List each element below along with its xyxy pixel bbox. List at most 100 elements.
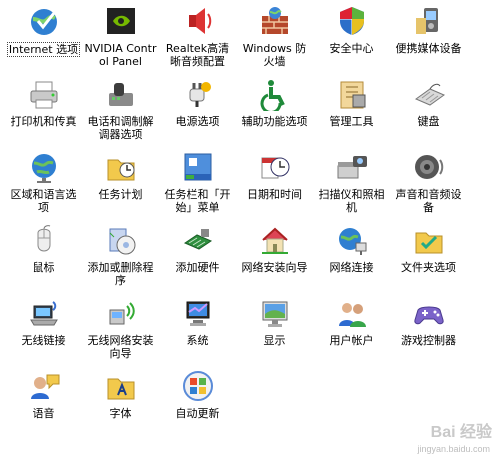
- keyboard-icon: [414, 83, 445, 106]
- taskbar-icon: [184, 153, 211, 181]
- phone-modem-icon: [108, 83, 133, 106]
- control-panel-item-date-time[interactable]: 日期和时间: [236, 150, 313, 223]
- control-panel-item-add-hardware[interactable]: 添加硬件: [159, 223, 236, 296]
- control-panel-item-network-connections[interactable]: 网络连接: [313, 223, 390, 296]
- control-panel-item-realtek-audio[interactable]: Realtek高清晰音频配置: [159, 4, 236, 77]
- users-icon: [338, 303, 366, 327]
- control-panel-item-network-wizard[interactable]: 网络安装向导: [236, 223, 313, 296]
- control-panel-item-scheduled-tasks[interactable]: 任务计划: [82, 150, 159, 223]
- control-panel-item-label: 电源选项: [175, 115, 220, 128]
- control-panel-item-security-center[interactable]: 安全中心: [313, 4, 390, 77]
- control-panel-item-folder-options[interactable]: 文件夹选项: [390, 223, 467, 296]
- control-panel-item-label: NVIDIA Control Panel: [84, 42, 157, 68]
- wireless-wizard-icon: [109, 302, 135, 325]
- control-panel-item-label: 语音: [32, 407, 55, 420]
- scheduled-folder-icon: [107, 159, 134, 181]
- control-panel-item-label: Realtek高清晰音频配置: [165, 42, 230, 68]
- control-panel-item-label: 日期和时间: [247, 188, 302, 201]
- windows-update-icon: [182, 371, 213, 401]
- control-panel-item-automatic-updates[interactable]: 自动更新: [159, 369, 236, 442]
- control-panel-item-sounds-audio[interactable]: 声音和音频设备: [390, 150, 467, 223]
- control-panel-item-label: 系统: [186, 334, 209, 347]
- control-panel-item-label: 声音和音频设备: [395, 188, 462, 214]
- control-panel-item-printers-fax[interactable]: 打印机和传真: [5, 77, 82, 150]
- globe-icon: [31, 154, 56, 183]
- power-plug-icon: [189, 82, 211, 107]
- speaker-round-icon: [414, 155, 443, 179]
- control-panel-item-keyboard[interactable]: 键盘: [390, 77, 467, 150]
- control-panel-item-label: 安全中心: [329, 42, 374, 55]
- control-panel-item-label: 任务栏和「开始」菜单: [164, 188, 231, 214]
- control-panel-item-label: 自动更新: [175, 407, 220, 420]
- control-panel-item-label: 管理工具: [329, 115, 374, 128]
- control-panel-item-windows-firewall[interactable]: Windows 防火墙: [236, 4, 313, 77]
- control-panel-item-label: 扫描仪和照相机: [318, 188, 385, 214]
- control-panel-icon-grid: Internet 选项 NVIDIA Control Panel Realtek高清…: [5, 4, 495, 444]
- control-panel-item-portable-media[interactable]: 便携媒体设备: [390, 4, 467, 77]
- accessibility-icon: [259, 79, 290, 111]
- control-panel-item-speech[interactable]: 语音: [5, 369, 82, 442]
- control-panel-item-label: 游戏控制器: [401, 334, 456, 347]
- network-globe-icon: [338, 228, 366, 255]
- firewall-brick-icon: [261, 7, 288, 34]
- control-panel-item-mouse[interactable]: 鼠标: [5, 223, 82, 296]
- control-panel-item-power-options[interactable]: 电源选项: [159, 77, 236, 150]
- control-panel-item-label: 用户帐户: [329, 334, 374, 347]
- nvidia-icon: [106, 8, 135, 34]
- globe-check-icon: [30, 9, 57, 35]
- home-network-icon: [261, 227, 288, 254]
- wireless-laptop-icon: [29, 301, 58, 326]
- control-panel-item-system[interactable]: 系统: [159, 296, 236, 369]
- baidu-watermark-url: jingyan.baidu.com: [417, 444, 490, 454]
- mouse-icon: [37, 225, 50, 252]
- control-panel-item-label: 无线链接: [21, 334, 66, 347]
- tools-icon: [340, 81, 365, 109]
- control-panel-item-user-accounts[interactable]: 用户帐户: [313, 296, 390, 369]
- control-panel-item-label: Windows 防火墙: [242, 42, 307, 68]
- control-panel-item-label: 电话和调制解调器选项: [87, 115, 154, 141]
- control-panel-item-label: 便携媒体设备: [395, 42, 462, 55]
- control-panel-item-scanners-cameras[interactable]: 扫描仪和照相机: [313, 150, 390, 223]
- control-panel-item-label: 鼠标: [32, 261, 55, 274]
- control-panel-item-fonts[interactable]: 字体: [82, 369, 159, 442]
- control-panel-item-label: 添加硬件: [175, 261, 220, 274]
- control-panel-item-wireless-network-wizard[interactable]: 无线网络安装向导: [82, 296, 159, 369]
- scanner-camera-icon: [337, 156, 367, 179]
- control-panel-item-label: 字体: [109, 407, 132, 420]
- control-panel-item-internet-options[interactable]: Internet 选项: [5, 4, 82, 77]
- fonts-folder-icon: [107, 378, 134, 400]
- media-device-icon: [415, 8, 438, 34]
- control-panel-item-label: 文件夹选项: [401, 261, 456, 274]
- control-panel-item-label: 添加或删除程序: [87, 261, 154, 287]
- control-panel-item-add-remove-programs[interactable]: 添加或删除程序: [82, 223, 159, 296]
- hardware-icon: [183, 229, 212, 250]
- folder-check-icon: [415, 232, 442, 254]
- control-panel-item-accessibility[interactable]: 辅助功能选项: [236, 77, 313, 150]
- control-panel-item-label: 任务计划: [98, 188, 143, 201]
- control-panel-item-nvidia-control-panel[interactable]: NVIDIA Control Panel: [82, 4, 159, 77]
- control-panel-item-label: 网络连接: [329, 261, 374, 274]
- control-panel-item-label: 键盘: [417, 115, 440, 128]
- shield-icon: [339, 7, 364, 35]
- control-panel-item-label: 打印机和传真: [10, 115, 77, 128]
- printer-icon: [30, 81, 57, 109]
- control-panel-item-regional-language[interactable]: 区域和语言选项: [5, 150, 82, 223]
- control-panel-item-label: 辅助功能选项: [241, 115, 308, 128]
- control-panel-item-taskbar-start[interactable]: 任务栏和「开始」菜单: [159, 150, 236, 223]
- control-panel-item-label: 区域和语言选项: [10, 188, 77, 214]
- control-panel-item-display[interactable]: 显示: [236, 296, 313, 369]
- display-icon: [262, 301, 287, 327]
- system-monitor-icon: [186, 301, 209, 326]
- control-panel-item-admin-tools[interactable]: 管理工具: [313, 77, 390, 150]
- control-panel-item-game-controllers[interactable]: 游戏控制器: [390, 296, 467, 369]
- speech-icon: [30, 374, 59, 399]
- add-remove-icon: [109, 228, 135, 255]
- control-panel-item-label: Internet 选项: [6, 42, 81, 57]
- control-panel-item-wireless-link[interactable]: 无线链接: [5, 296, 82, 369]
- gamepad-icon: [413, 306, 444, 325]
- control-panel-item-label: 网络安装向导: [241, 261, 308, 274]
- control-panel-item-phone-modem[interactable]: 电话和调制解调器选项: [82, 77, 159, 150]
- control-panel-item-label: 无线网络安装向导: [87, 334, 154, 360]
- speaker-icon: [188, 8, 211, 34]
- baidu-watermark: Bai 经验: [430, 424, 492, 441]
